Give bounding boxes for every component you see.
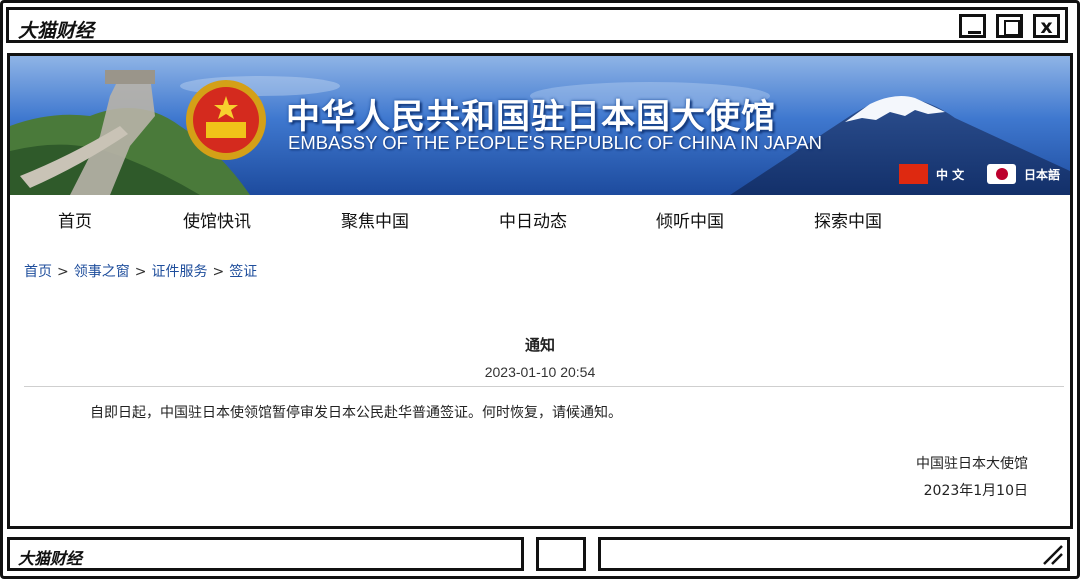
notice-signature-date: 2023年1月10日: [923, 483, 1028, 499]
nav-item-listen-china[interactable]: 倾听中国: [656, 207, 724, 232]
breadcrumb: 首页 > 领事之窗 > 证件服务 > 签证: [24, 261, 257, 281]
notice-datetime: 2023-01-10 20:54: [484, 364, 596, 380]
title-bar[interactable]: 大猫财经 x: [6, 7, 1068, 43]
minimize-button[interactable]: [959, 14, 986, 38]
japan-flag-icon: [987, 164, 1016, 184]
nav-item-home[interactable]: 首页: [58, 207, 92, 232]
nav-item-embassy-news[interactable]: 使馆快讯: [183, 207, 251, 232]
minimize-icon: [968, 31, 981, 34]
breadcrumb-visa[interactable]: 签证: [229, 264, 257, 280]
breadcrumb-separator: >: [212, 264, 225, 280]
china-flag-icon: [899, 164, 928, 184]
divider: [24, 386, 1064, 387]
breadcrumb-documents[interactable]: 证件服务: [151, 264, 207, 280]
nav-item-focus-china[interactable]: 聚焦中国: [341, 207, 409, 232]
breadcrumb-home[interactable]: 首页: [24, 264, 52, 280]
language-label: 中 文: [936, 167, 965, 182]
language-label: 日本語: [1024, 167, 1061, 182]
notice-signature: 中国驻日本大使馆: [916, 456, 1028, 472]
close-button[interactable]: x: [1033, 14, 1060, 38]
notice-title: 通知: [524, 336, 555, 354]
footer-status-box: [598, 537, 1070, 571]
footer-label-box: 大猫财经: [7, 537, 524, 571]
close-icon: x: [1040, 16, 1053, 38]
footer-middle-box: [536, 537, 586, 571]
breadcrumb-separator: >: [134, 264, 147, 280]
language-japanese-link[interactable]: 日本語: [987, 164, 1060, 184]
embassy-title-en: EMBASSY OF THE PEOPLE'S REPUBLIC OF CHIN…: [288, 132, 823, 153]
embassy-banner: 中华人民共和国驻日本国大使馆 EMBASSY OF THE PEOPLE'S R…: [10, 56, 1070, 195]
browser-content: 中华人民共和国驻日本国大使馆 EMBASSY OF THE PEOPLE'S R…: [7, 53, 1073, 529]
breadcrumb-separator: >: [57, 264, 69, 280]
maximize-icon: [1004, 20, 1020, 36]
resize-grip-icon[interactable]: [1038, 544, 1064, 566]
footer-label: 大猫财经: [18, 549, 83, 568]
window-title: 大猫财经: [18, 20, 95, 42]
language-chinese-link[interactable]: 中 文: [899, 164, 964, 184]
breadcrumb-consular[interactable]: 领事之窗: [74, 264, 130, 280]
main-nav: 首页 使馆快讯 聚焦中国 中日动态 倾听中国 探索中国: [10, 195, 1070, 243]
maximize-button[interactable]: [996, 14, 1023, 38]
notice-body: 自即日起，中国驻日本使领馆暂停审发日本公民赴华普通签证。何时恢复，请候通知。: [90, 405, 622, 421]
nav-item-explore-china[interactable]: 探索中国: [814, 207, 882, 232]
nav-item-china-japan[interactable]: 中日动态: [499, 207, 567, 232]
embassy-title-cn: 中华人民共和国驻日本国大使馆: [286, 97, 776, 137]
